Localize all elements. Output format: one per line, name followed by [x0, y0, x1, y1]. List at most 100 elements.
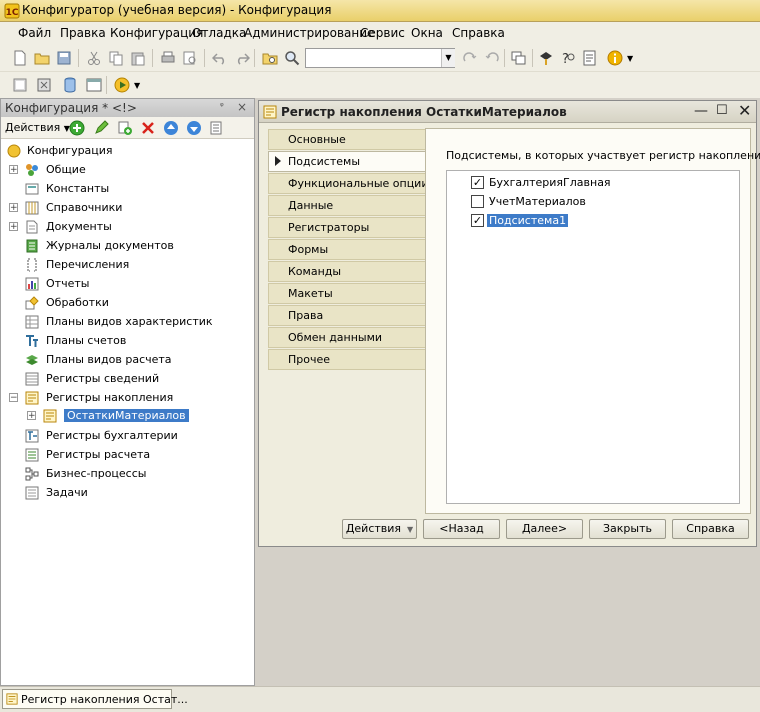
subsystem-checkbox[interactable]	[471, 195, 484, 208]
tab-commands[interactable]: Команды	[268, 261, 425, 282]
subsystem-row-selected[interactable]: ✓ Подсистема1	[451, 212, 731, 230]
info-dropdown-icon[interactable]: ▼	[627, 54, 633, 63]
syntax-helper-icon[interactable]	[538, 50, 554, 66]
open-folder-icon[interactable]	[34, 50, 50, 66]
tree-item[interactable]: Регистры сведений	[9, 370, 249, 389]
next-button[interactable]: Далее>	[506, 519, 583, 539]
run-dropdown-icon[interactable]: ▼	[134, 81, 140, 90]
tree-item[interactable]: Задачи	[9, 484, 249, 503]
menu-windows[interactable]: Окна	[411, 26, 443, 40]
subsystem-checkbox[interactable]: ✓	[471, 214, 484, 227]
tree-item[interactable]: Журналы документов	[9, 237, 249, 256]
tab-subsystems[interactable]: Подсистемы	[268, 151, 426, 172]
help-search-icon[interactable]: ?	[560, 50, 576, 66]
close-icon[interactable]: ✕	[738, 101, 751, 120]
run-debug-icon[interactable]	[114, 77, 130, 93]
help-contents-icon[interactable]	[582, 50, 598, 66]
copy-add-icon[interactable]	[117, 120, 133, 136]
cut-icon[interactable]	[86, 50, 102, 66]
tree-item[interactable]: Бизнес-процессы	[9, 465, 249, 484]
subsystem-row[interactable]: УчетМатериалов	[451, 193, 731, 211]
taskbar-window-tab[interactable]: Регистр накопления Остат...	[2, 689, 188, 709]
tree-item[interactable]: Конфигурация	[7, 142, 247, 161]
tab-data[interactable]: Данные	[268, 195, 425, 216]
tree-item-label: Регистры расчета	[46, 448, 151, 461]
close-icon[interactable]: ×	[237, 100, 247, 114]
redo-icon[interactable]	[234, 50, 250, 66]
print-icon[interactable]	[160, 50, 176, 66]
tree-item[interactable]: Регистры бухгалтерии	[9, 427, 249, 446]
move-down-icon[interactable]	[186, 120, 202, 136]
menu-administration[interactable]: Администрирование	[244, 26, 374, 40]
undo-icon[interactable]	[212, 50, 228, 66]
save-icon[interactable]	[56, 50, 72, 66]
menu-service[interactable]: Сервис	[360, 26, 405, 40]
search-dropdown-button[interactable]: ▼	[441, 49, 455, 67]
tree-item[interactable]: Константы	[9, 180, 249, 199]
expand-icon[interactable]: +	[27, 411, 36, 421]
search-prev-icon[interactable]	[484, 50, 500, 66]
copy-icon[interactable]	[108, 50, 124, 66]
subsystems-list[interactable]: ✓ БухгалтерияГлавная УчетМатериалов ✓ По…	[446, 170, 740, 504]
pin-icon[interactable]: ᵠ	[220, 102, 224, 112]
tab-templates[interactable]: Макеты	[268, 283, 425, 304]
config-compare-icon[interactable]	[36, 77, 52, 93]
expand-icon[interactable]: +	[9, 203, 18, 213]
sort-list-icon[interactable]	[209, 120, 225, 136]
tree-item[interactable]: Регистры расчета	[9, 446, 249, 465]
menu-help[interactable]: Справка	[452, 26, 505, 40]
tab-other[interactable]: Прочее	[268, 349, 425, 370]
tree-item[interactable]: + Справочники	[9, 199, 249, 218]
tree-item[interactable]: + Документы	[9, 218, 249, 237]
add-icon[interactable]	[69, 120, 85, 136]
windows-icon[interactable]	[511, 50, 527, 66]
tree-item-selected[interactable]: + ОстаткиМатериалов	[27, 407, 227, 426]
expand-icon[interactable]: +	[9, 165, 18, 175]
search-next-icon[interactable]	[462, 50, 478, 66]
tab-forms[interactable]: Формы	[268, 239, 425, 260]
tree-item[interactable]: Обработки	[9, 294, 249, 313]
menu-edit[interactable]: Правка	[60, 26, 106, 40]
delete-icon[interactable]	[140, 120, 156, 136]
menu-configuration[interactable]: Конфигурация	[110, 26, 203, 40]
find-in-folder-icon[interactable]	[262, 50, 278, 66]
tree-item[interactable]: Перечисления	[9, 256, 249, 275]
tab-functional-options[interactable]: Функциональные опции	[268, 173, 429, 194]
menu-debug[interactable]: Отладка	[192, 26, 246, 40]
maximize-icon[interactable]: ☐	[716, 103, 728, 118]
print-preview-icon[interactable]	[182, 50, 198, 66]
subsystem-row[interactable]: ✓ БухгалтерияГлавная	[451, 174, 731, 192]
tree-actions-menu[interactable]: Действия ▼	[5, 121, 70, 134]
toolbar-separator	[204, 49, 205, 67]
tree-item[interactable]: − Регистры накопления	[9, 389, 249, 408]
window-list-icon[interactable]	[86, 77, 102, 93]
edit-icon[interactable]	[93, 120, 109, 136]
new-document-icon[interactable]	[12, 50, 28, 66]
close-button[interactable]: Закрыть	[589, 519, 666, 539]
collapse-icon[interactable]: −	[9, 393, 18, 403]
tree-item[interactable]: Планы видов характеристик	[9, 313, 249, 332]
subsystem-checkbox[interactable]: ✓	[471, 176, 484, 189]
move-up-icon[interactable]	[163, 120, 179, 136]
tree-item[interactable]: Планы видов расчета	[9, 351, 249, 370]
paste-icon[interactable]	[130, 50, 146, 66]
back-button[interactable]: <Назад	[423, 519, 500, 539]
search-input[interactable]	[305, 48, 455, 68]
tree-item[interactable]: + Общие	[9, 161, 249, 180]
tab-registrators[interactable]: Регистраторы	[268, 217, 425, 238]
actions-button[interactable]: Действия ▼	[342, 519, 417, 539]
tab-basic[interactable]: Основные	[268, 129, 425, 150]
config-open-icon[interactable]	[12, 77, 28, 93]
tab-data-exchange[interactable]: Обмен данными	[268, 327, 425, 348]
help-button[interactable]: Справка	[672, 519, 749, 539]
tab-label: Функциональные опции	[288, 177, 429, 190]
info-icon[interactable]	[607, 50, 623, 66]
tree-item[interactable]: Отчеты	[9, 275, 249, 294]
tab-rights[interactable]: Права	[268, 305, 425, 326]
expand-icon[interactable]: +	[9, 222, 18, 232]
database-icon[interactable]	[62, 77, 78, 93]
minimize-icon[interactable]: —	[694, 103, 708, 119]
menu-file[interactable]: Файл	[18, 26, 51, 40]
find-icon[interactable]	[284, 50, 300, 66]
tree-item[interactable]: Планы счетов	[9, 332, 249, 351]
